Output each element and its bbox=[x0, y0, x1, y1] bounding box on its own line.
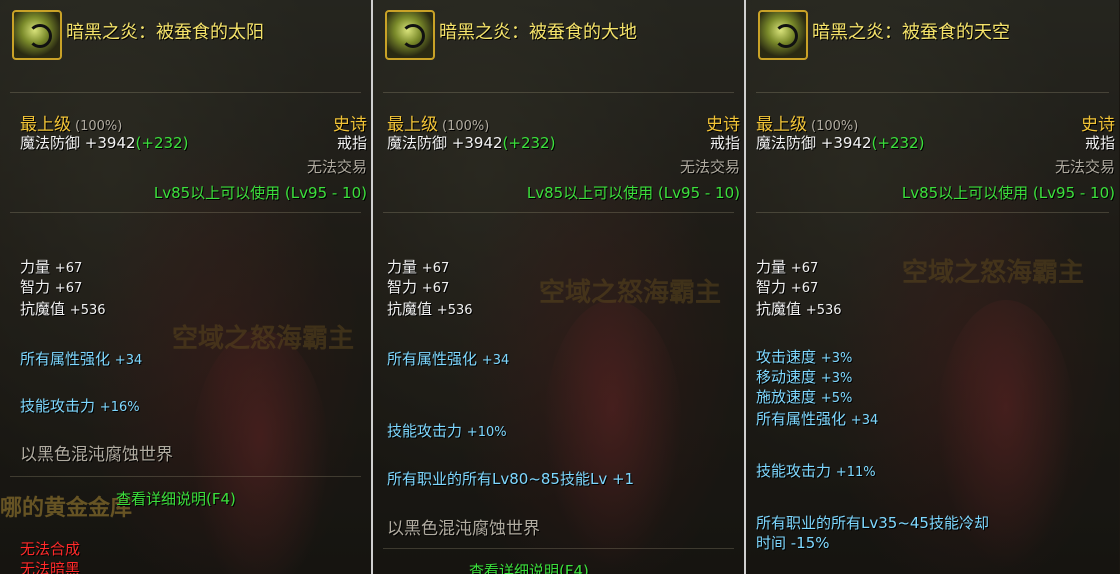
stat-intelligence: 智力 +67 bbox=[387, 278, 450, 296]
skill-level-bonus: 所有职业的所有Lv80~85技能Lv +1 bbox=[387, 470, 635, 488]
item-tooltip-sun: 空域之怒海霸主 哪的黄金金库 暗黑之炎：被蚕食的太阳 最上级 (100%) 史诗 … bbox=[0, 0, 373, 574]
level-requirement: Lv85以上可以使用 (Lv95 - 10) bbox=[153, 184, 367, 202]
bonus-skill-attack: 技能攻击力 +16% bbox=[20, 397, 140, 415]
trade-status: 无法交易 bbox=[1054, 158, 1115, 176]
no-upgrade: 无法暗黑 bbox=[20, 560, 81, 574]
stat-strength: 力量 +67 bbox=[387, 258, 450, 276]
item-type: 戒指 bbox=[336, 134, 367, 152]
item-title: 暗黑之炎：被蚕食的天空 bbox=[812, 22, 1010, 43]
stat-strength: 力量 +67 bbox=[756, 258, 819, 276]
item-tooltip-earth: 空域之怒海霸主 暗黑之炎：被蚕食的大地 最上级 (100%) 史诗 魔法防御 +3… bbox=[373, 0, 746, 574]
ring-item-icon bbox=[385, 10, 435, 60]
no-synthesis: 无法合成 bbox=[20, 540, 81, 558]
set-name: 以黑色混沌腐蚀世界 bbox=[20, 445, 173, 465]
bonus-all-element: 所有属性强化 +34 bbox=[20, 350, 143, 368]
level-requirement: Lv85以上可以使用 (Lv95 - 10) bbox=[526, 184, 740, 202]
bonus-all-element: 所有属性强化 +34 bbox=[387, 350, 510, 368]
bonus-skill-attack: 技能攻击力 +11% bbox=[756, 462, 876, 480]
ring-item-icon bbox=[758, 10, 808, 60]
item-type: 戒指 bbox=[709, 134, 740, 152]
stat-intelligence: 智力 +67 bbox=[756, 278, 819, 296]
bonus-skill-attack: 技能攻击力 +10% bbox=[387, 422, 507, 440]
stat-intelligence: 智力 +67 bbox=[20, 278, 83, 296]
item-tooltip-sky: 空域之怒海霸主 暗黑之炎：被蚕食的天空 最上级 (100%) 史诗 魔法防御 +3… bbox=[746, 0, 1119, 574]
cooldown-line-2: 时间 -15% bbox=[756, 534, 830, 552]
set-name: 以黑色混沌腐蚀世界 bbox=[387, 519, 540, 539]
divider bbox=[10, 212, 361, 213]
item-title: 暗黑之炎：被蚕食的大地 bbox=[439, 22, 637, 43]
item-type: 戒指 bbox=[1084, 134, 1115, 152]
divider bbox=[383, 212, 734, 213]
divider bbox=[383, 92, 734, 93]
move-speed: 移动速度 +3% bbox=[756, 368, 853, 386]
divider bbox=[756, 92, 1109, 93]
cast-speed: 施放速度 +5% bbox=[756, 388, 853, 406]
divider bbox=[383, 548, 734, 549]
magic-defense: 魔法防御 +3942(+232) bbox=[756, 134, 925, 152]
trade-status: 无法交易 bbox=[679, 158, 740, 176]
tooltip-header: 暗黑之炎：被蚕食的天空 bbox=[746, 0, 1119, 92]
view-details-link[interactable]: 查看详细说明(F4) bbox=[116, 488, 236, 509]
divider bbox=[756, 212, 1109, 213]
item-title: 暗黑之炎：被蚕食的太阳 bbox=[66, 22, 264, 43]
stat-magic-resist: 抗魔值 +536 bbox=[387, 300, 473, 318]
bonus-all-element: 所有属性强化 +34 bbox=[756, 410, 879, 428]
trade-status: 无法交易 bbox=[306, 158, 367, 176]
tooltip-header: 暗黑之炎：被蚕食的大地 bbox=[373, 0, 744, 92]
divider bbox=[10, 92, 361, 93]
ring-item-icon bbox=[12, 10, 62, 60]
stat-magic-resist: 抗魔值 +536 bbox=[756, 300, 842, 318]
tooltip-header: 暗黑之炎：被蚕食的太阳 bbox=[0, 0, 371, 92]
stat-strength: 力量 +67 bbox=[20, 258, 83, 276]
level-requirement: Lv85以上可以使用 (Lv95 - 10) bbox=[901, 184, 1115, 202]
divider bbox=[10, 476, 361, 477]
magic-defense: 魔法防御 +3942(+232) bbox=[387, 134, 556, 152]
magic-defense: 魔法防御 +3942(+232) bbox=[20, 134, 189, 152]
attack-speed: 攻击速度 +3% bbox=[756, 348, 853, 366]
cooldown-line-1: 所有职业的所有Lv35~45技能冷却 bbox=[756, 514, 989, 532]
tooltip-comparison: 空域之怒海霸主 哪的黄金金库 暗黑之炎：被蚕食的太阳 最上级 (100%) 史诗 … bbox=[0, 0, 1120, 574]
view-details-link[interactable]: 查看详细说明(F4) bbox=[469, 560, 589, 574]
stat-magic-resist: 抗魔值 +536 bbox=[20, 300, 106, 318]
